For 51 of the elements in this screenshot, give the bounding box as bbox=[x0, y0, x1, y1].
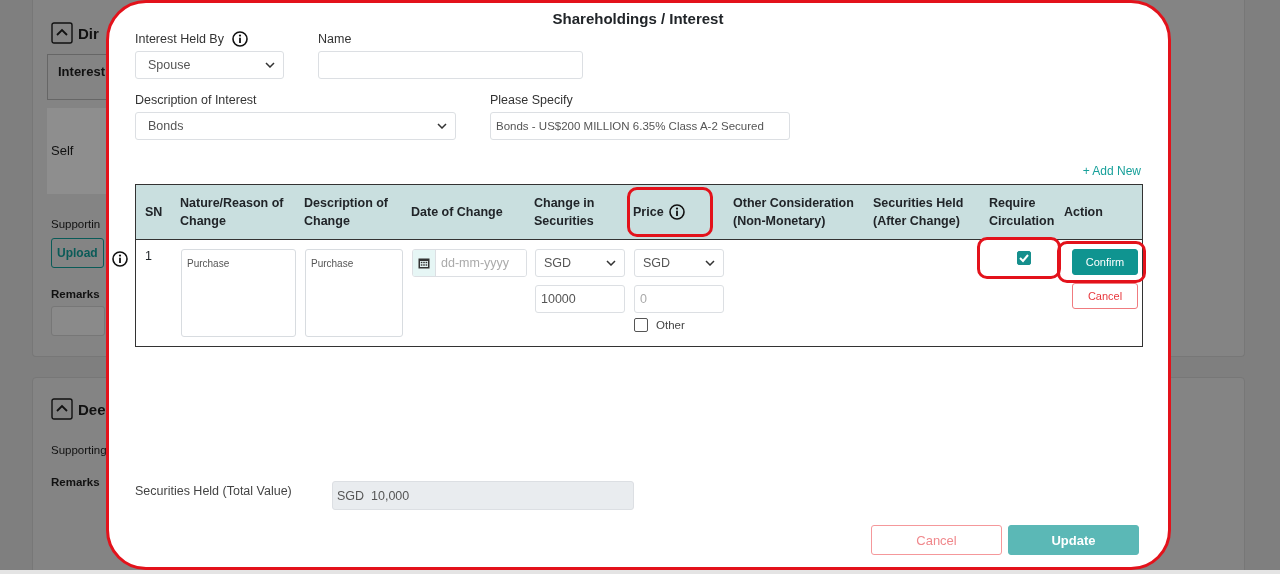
field-label: Please Specify bbox=[490, 93, 573, 107]
field-label: Remarks bbox=[51, 288, 100, 300]
calendar-icon bbox=[418, 257, 430, 269]
checkbox-label: Other bbox=[656, 319, 685, 331]
section-heading: Dee bbox=[78, 400, 106, 418]
input-field[interactable] bbox=[318, 51, 583, 79]
caret-icon bbox=[265, 62, 275, 68]
caret-icon bbox=[437, 123, 447, 129]
column-header: Other Consideration (Non-Monetary) bbox=[729, 184, 869, 240]
total-value-field[interactable]: SGD 10,000 bbox=[332, 481, 634, 510]
row-number: 1 bbox=[145, 249, 152, 263]
info-icon bbox=[112, 251, 128, 267]
field-label: Securities Held (Total Value) bbox=[135, 483, 293, 498]
table-cell: Self bbox=[47, 108, 109, 194]
caret-icon bbox=[705, 260, 715, 266]
amount-field[interactable]: 10000 bbox=[535, 285, 625, 313]
date-field[interactable]: dd-mm-yyyy bbox=[412, 249, 527, 277]
column-header: Nature/Reason of Change bbox=[176, 184, 300, 240]
text-area[interactable]: Purchase bbox=[181, 249, 296, 337]
remarks-field[interactable] bbox=[51, 306, 105, 336]
column-header: Require Circulation bbox=[985, 184, 1060, 240]
select-field[interactable]: Bonds bbox=[135, 112, 456, 140]
column-header: Securities Held (After Change) bbox=[869, 184, 985, 240]
collapse-icon bbox=[51, 398, 73, 420]
field-label: Interest Held By bbox=[135, 32, 224, 46]
input-field[interactable]: Bonds - US$200 MILLION 6.35% Class A-2 Secured bbox=[490, 112, 790, 140]
collapse-icon bbox=[51, 22, 73, 44]
currency-select[interactable]: SGD bbox=[634, 249, 724, 277]
section-heading: Dir bbox=[78, 24, 99, 42]
checkbox[interactable] bbox=[634, 318, 648, 332]
column-header: SN bbox=[135, 184, 176, 240]
modal-title: Shareholdings / Interest bbox=[551, 10, 725, 27]
column-header: Action bbox=[1060, 184, 1143, 240]
confirm-button[interactable]: Confirm bbox=[1072, 249, 1138, 275]
column-header: Description of Change bbox=[300, 184, 407, 240]
column-header: Price bbox=[633, 204, 664, 221]
select-field[interactable]: Spouse bbox=[135, 51, 284, 79]
field-label: Description of Interest bbox=[135, 93, 257, 107]
check-icon bbox=[1018, 252, 1030, 264]
column-header: Date of Change bbox=[407, 184, 530, 240]
field-label: Name bbox=[318, 32, 352, 46]
currency-select[interactable]: SGD bbox=[535, 249, 625, 277]
cancel-button[interactable]: Cancel bbox=[1072, 283, 1138, 309]
column-header: Change in Securities bbox=[530, 184, 629, 240]
field-label: Remarks bbox=[51, 476, 100, 488]
price-field[interactable]: 0 bbox=[634, 285, 724, 313]
field-label: Supportin bbox=[51, 218, 101, 230]
text-area[interactable]: Purchase bbox=[305, 249, 403, 337]
caret-icon bbox=[606, 260, 616, 266]
field-label: Supporting bbox=[51, 444, 107, 456]
checkbox[interactable] bbox=[1017, 251, 1031, 265]
